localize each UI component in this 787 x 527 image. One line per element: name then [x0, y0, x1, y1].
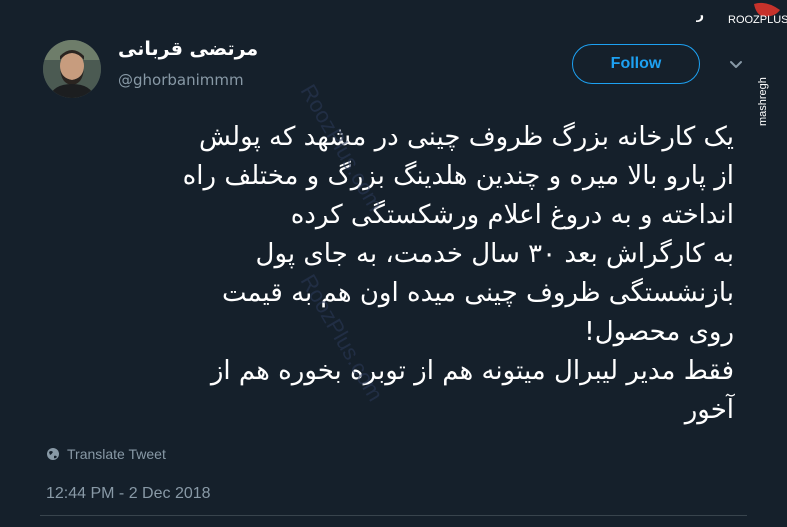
tweet-line: یک کارخانه بزرگ ظروف چینی در مشهد که پول…: [199, 122, 734, 152]
watermark-site: ROOZPLUS.com: [728, 14, 787, 26]
tweet-line: روی محصول!: [584, 317, 734, 347]
watermark-side: mashregh: [757, 77, 769, 126]
user-handle[interactable]: @ghorbanimmm: [118, 71, 244, 89]
svg-text:روز: روز: [696, 8, 704, 23]
follow-button[interactable]: Follow: [572, 44, 700, 84]
divider: [40, 515, 747, 516]
tweet-text: یک کارخانه بزرگ ظروف چینی در مشهد که پول…: [40, 118, 734, 430]
chevron-down-icon[interactable]: [728, 56, 744, 72]
avatar-photo: [43, 40, 101, 98]
tweet-line: به کارگراش بعد ۳۰ سال خدمت، به جای پول: [255, 239, 734, 269]
tweet-line: بازنشستگی ظروف چینی میده اون هم به قیمت: [222, 278, 734, 308]
tweet-line: آخور: [684, 395, 734, 425]
translate-label[interactable]: Translate Tweet: [67, 446, 166, 462]
tweet-line: فقط مدیر لیبرال میتونه هم از توبره بخوره…: [210, 356, 734, 386]
avatar[interactable]: [43, 40, 101, 98]
tweet-line: از پارو بالا میره و چندین هلدینگ بزرگ و …: [182, 161, 734, 191]
globe-icon: [47, 448, 59, 460]
display-name[interactable]: مرتضی قربانی: [118, 38, 258, 60]
tweet-timestamp[interactable]: 12:44 PM - 2 Dec 2018: [46, 485, 211, 503]
tweet-line: انداخته و به دروغ اعلام ورشکستگی کرده: [290, 200, 734, 230]
svg-text:mashregh: mashregh: [757, 77, 769, 126]
translate-tweet-link[interactable]: Translate Tweet: [46, 446, 166, 462]
tweet-card: مرتضی قربانی @ghorbanimmm Follow یک کارخ…: [0, 0, 787, 527]
